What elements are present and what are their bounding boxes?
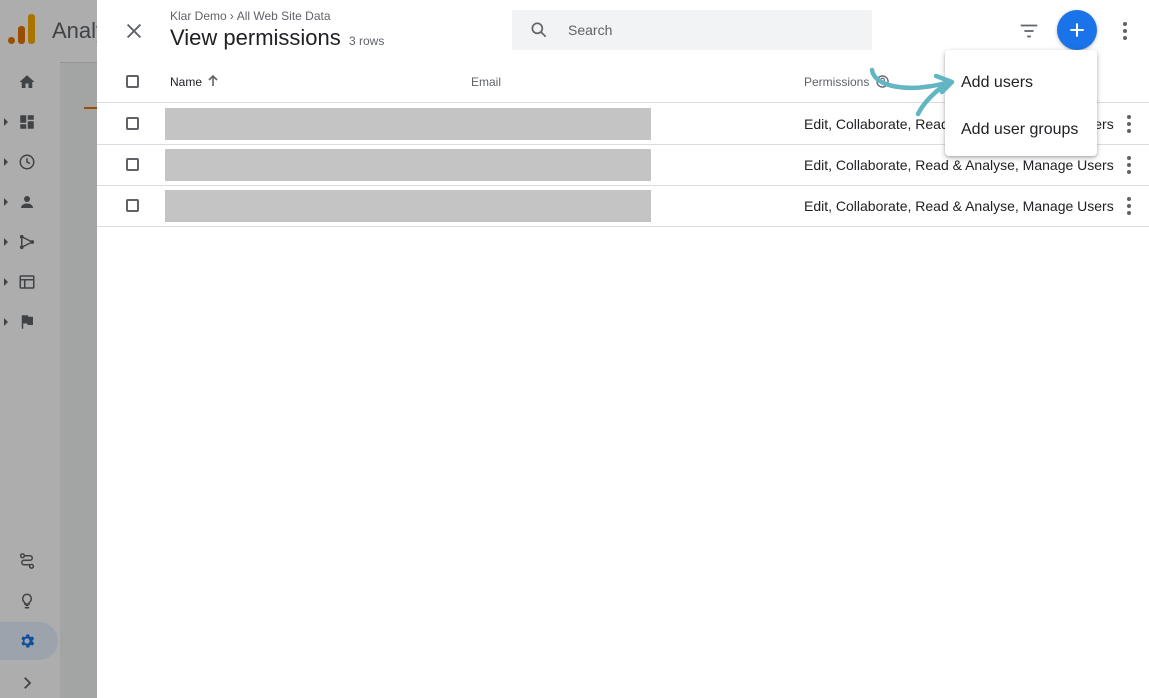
row-checkbox[interactable] xyxy=(126,117,139,130)
search-box[interactable] xyxy=(512,10,872,50)
search-icon xyxy=(531,22,547,38)
add-button[interactable] xyxy=(1057,10,1097,50)
row-checkbox[interactable] xyxy=(126,158,139,171)
more-vert-icon xyxy=(1123,22,1127,40)
column-header-name[interactable]: Name xyxy=(170,75,202,89)
redacted-user-info xyxy=(165,149,651,181)
more-vert-icon[interactable] xyxy=(1122,114,1136,134)
page-title: View permissions xyxy=(170,25,341,50)
row-count: 3 rows xyxy=(349,34,385,48)
breadcrumb-view[interactable]: All Web Site Data xyxy=(237,9,331,23)
more-vert-icon[interactable] xyxy=(1122,155,1136,175)
menu-item-add-user-groups[interactable]: Add user groups xyxy=(961,121,1078,139)
redacted-user-info xyxy=(165,190,651,222)
search-input[interactable] xyxy=(568,20,848,40)
breadcrumb-separator: › xyxy=(229,9,234,23)
arrow-up-icon[interactable] xyxy=(206,74,220,88)
add-menu: Add users Add user groups xyxy=(945,50,1097,156)
column-header-permissions[interactable]: Permissions xyxy=(804,75,869,89)
close-button[interactable] xyxy=(123,20,145,42)
filter-button[interactable] xyxy=(1018,20,1040,42)
row-checkbox[interactable] xyxy=(126,199,139,212)
annotation-arrow-icon xyxy=(869,67,955,117)
plus-icon xyxy=(1070,23,1084,37)
more-vert-icon[interactable] xyxy=(1122,196,1136,216)
row-permissions: Edit, Collaborate, Read & Analyse, Manag… xyxy=(804,198,1114,214)
filter-icon xyxy=(1020,24,1038,38)
select-all-checkbox[interactable] xyxy=(126,75,139,88)
close-icon xyxy=(126,23,142,39)
breadcrumb: Klar Demo › All Web Site Data xyxy=(170,9,331,23)
more-options-button[interactable] xyxy=(1115,20,1135,42)
redacted-user-info xyxy=(165,108,651,140)
breadcrumb-account[interactable]: Klar Demo xyxy=(170,9,227,23)
column-header-email[interactable]: Email xyxy=(471,75,501,89)
menu-item-add-users[interactable]: Add users xyxy=(961,74,1033,92)
row-permissions: Edit, Collaborate, Read & Analyse, Manag… xyxy=(804,157,1114,173)
table-row[interactable]: Edit, Collaborate, Read & Analyse, Manag… xyxy=(97,185,1149,227)
